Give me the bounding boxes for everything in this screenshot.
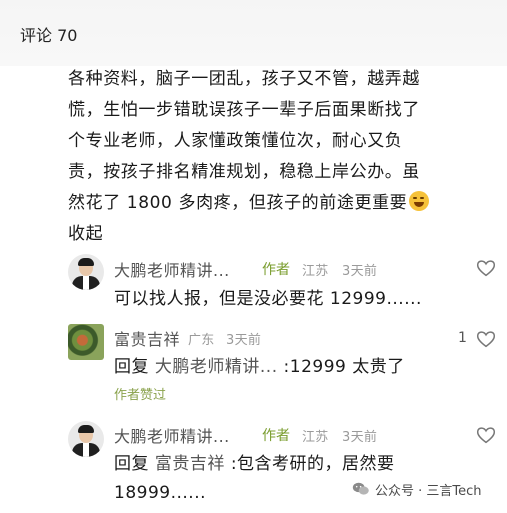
author-badge: 作者 bbox=[262, 428, 290, 444]
like-heart-icon[interactable] bbox=[476, 330, 496, 348]
liked-by-author: 作者赞过 bbox=[114, 388, 167, 403]
reply-time: 3天前 bbox=[226, 333, 262, 348]
comment-line-with-emoji: 然花了 1800 多肉疼，但孩子的前途更重要 bbox=[68, 188, 488, 219]
reply-content: 可以找人报，但是没必要花 12999...... bbox=[114, 289, 422, 309]
avatar[interactable] bbox=[68, 421, 104, 457]
reply-prefix: 回复 bbox=[114, 357, 149, 377]
reply-author-name[interactable]: 大鹏老师精讲... bbox=[114, 257, 230, 281]
reply-prefix: 回复 bbox=[114, 454, 149, 474]
reply-author-name[interactable]: 富贵吉祥 bbox=[114, 326, 180, 350]
comment-line: 各种资料，脑子一团乱，孩子又不管，越弄越 bbox=[68, 69, 420, 89]
like-heart-icon[interactable] bbox=[476, 426, 496, 444]
reply-text: :12999 太贵了 bbox=[283, 357, 405, 377]
watermark-text: 公众号 · 三言Tech bbox=[375, 483, 482, 499]
comment-body: 各种资料，脑子一团乱，孩子又不管，越弄越 慌，生怕一步错耽误孩子一辈子后面果断找… bbox=[68, 64, 488, 250]
comments-title: 评论 70 bbox=[20, 26, 78, 45]
comment-line: 慌，生怕一步错耽误孩子一辈子后面果断找了 bbox=[68, 100, 420, 120]
reply-target[interactable]: 富贵吉祥 bbox=[155, 454, 225, 474]
author-badge: 作者 bbox=[262, 262, 290, 278]
reply-content: 回复 富贵吉祥 :包含考研的，居然要 bbox=[114, 449, 395, 479]
comment-line: 然花了 1800 多肉疼，但孩子的前途更重要 bbox=[68, 193, 408, 213]
like-heart-icon[interactable] bbox=[476, 259, 496, 277]
wechat-icon bbox=[352, 482, 369, 495]
reply-region: 江苏 bbox=[302, 264, 329, 279]
avatar[interactable] bbox=[68, 254, 104, 290]
avatar[interactable] bbox=[68, 324, 104, 360]
reply-content: 回复 大鹏老师精讲... :12999 太贵了 bbox=[114, 352, 405, 382]
like-count: 1 bbox=[458, 330, 467, 346]
reply-target[interactable]: 大鹏老师精讲... bbox=[155, 357, 278, 377]
reply-region: 广东 bbox=[188, 333, 215, 348]
reply-content-continued: 18999...... bbox=[114, 483, 207, 503]
reply-region: 江苏 bbox=[302, 430, 329, 445]
reply-time: 3天前 bbox=[342, 264, 378, 279]
reply-time: 3天前 bbox=[342, 430, 378, 445]
reply-text: :包含考研的，居然要 bbox=[230, 454, 395, 474]
collapse-button[interactable]: 收起 bbox=[68, 219, 488, 250]
laughing-emoji-icon bbox=[409, 191, 430, 211]
comment-line: 责，按孩子排名精准规划，稳稳上岸公办。虽 bbox=[68, 162, 420, 182]
reply-author-name[interactable]: 大鹏老师精讲... bbox=[114, 423, 230, 447]
comment-line: 个专业老师，人家懂政策懂位次，耐心又负 bbox=[68, 131, 403, 151]
comments-header: 评论 70 bbox=[0, 0, 507, 66]
watermark: 公众号 · 三言Tech bbox=[352, 478, 482, 500]
